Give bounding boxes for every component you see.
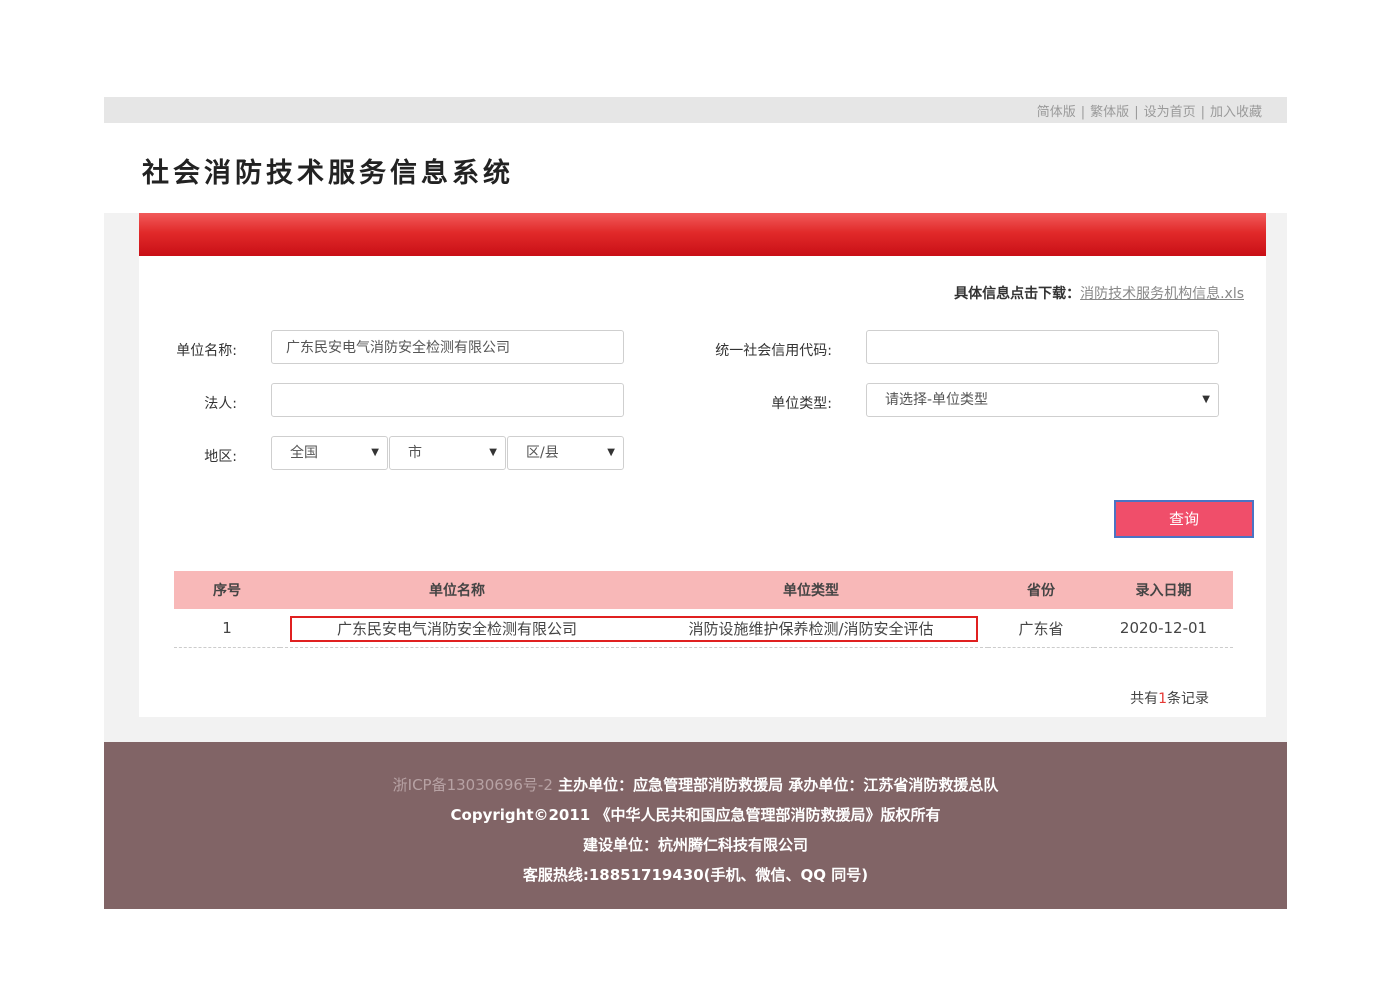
footer-line-1: 浙ICP备13030696号-2 主办单位：应急管理部消防救援局 承办单位：江苏… [104,774,1287,795]
footer-hotline: 客服热线:18851719430(手机、微信、QQ 同号) [522,866,869,884]
record-number: 1 [1158,691,1167,707]
unit-type-value: 请选择-单位类型 [885,392,989,408]
unit-name-input[interactable] [271,330,624,364]
download-file-link[interactable]: 消防技术服务机构信息.xls [1080,286,1244,302]
region-label: 地区: [204,449,237,465]
traditional-link[interactable]: 繁体版 [1090,105,1129,120]
record-prefix: 共有 [1130,691,1159,707]
add-favorite-link[interactable]: 加入收藏 [1210,105,1262,120]
unit-type-select[interactable]: 请选择-单位类型 ▼ [866,383,1219,417]
table-row[interactable]: 1 广东民安电气消防安全检测有限公司 消防设施维护保养检测/消防安全评估 广东省… [174,609,1233,648]
city-select[interactable]: 市 ▼ [389,436,506,470]
col-header-unit-type: 单位类型 [634,571,988,609]
header: 社会消防技术服务信息系统 [104,123,1287,213]
col-header-province: 省份 [988,571,1094,609]
unit-type-label: 单位类型: [771,396,832,412]
query-button[interactable]: 查询 [1114,500,1254,538]
unit-name-label: 单位名称: [176,343,237,359]
top-bar: 简体版 | 繁体版 | 设为首页 | 加入收藏 [104,97,1287,123]
credit-code-input[interactable] [866,330,1219,364]
district-value: 区/县 [526,445,559,461]
set-homepage-link[interactable]: 设为首页 [1144,105,1196,120]
page-frame: 简体版 | 繁体版 | 设为首页 | 加入收藏 社会消防技术服务信息系统 具体信息点击下载：… [104,97,1287,909]
result-table: 序号 单位名称 单位类型 省份 录入日期 1 广东民安电气消防安全检测有限公司 … [174,571,1233,648]
chevron-down-icon: ▼ [1202,394,1210,405]
download-line: 具体信息点击下载：消防技术服务机构信息.xls [954,283,1244,303]
cell-province: 广东省 [988,609,1094,648]
simplified-link[interactable]: 简体版 [1037,105,1076,120]
footer-organizer: 主办单位：应急管理部消防救援局 承办单位：江苏省消防救援总队 [552,776,999,794]
cell-unit-name[interactable]: 广东民安电气消防安全检测有限公司 [280,609,634,648]
cell-date: 2020-12-01 [1094,609,1233,648]
record-suffix: 条记录 [1167,691,1209,707]
cell-index: 1 [174,609,280,648]
chevron-down-icon: ▼ [607,447,615,458]
legal-person-label: 法人: [204,396,237,412]
top-links: 简体版 | 繁体版 | 设为首页 | 加入收藏 [1036,105,1262,120]
credit-code-label: 统一社会信用代码: [715,343,832,359]
footer-builder: 建设单位：杭州腾仁科技有限公司 [582,836,808,854]
province-select[interactable]: 全国 ▼ [271,436,388,470]
search-panel: 具体信息点击下载：消防技术服务机构信息.xls 单位名称: 统一社会信用代码: … [139,256,1266,717]
red-nav-bar [139,213,1266,256]
city-value: 市 [408,445,422,461]
site-title: 社会消防技术服务信息系统 [142,158,514,189]
footer-copyright: Copyright©2011 《中华人民共和国应急管理部消防救援局》版权所有 [450,806,941,824]
district-select[interactable]: 区/县 ▼ [507,436,624,470]
province-value: 全国 [290,445,318,461]
chevron-down-icon: ▼ [371,447,379,458]
chevron-down-icon: ▼ [489,447,497,458]
col-header-date: 录入日期 [1094,571,1233,609]
col-header-unit-name: 单位名称 [280,571,634,609]
legal-person-input[interactable] [271,383,624,417]
download-label: 具体信息点击下载： [954,286,1081,302]
cell-unit-type: 消防设施维护保养检测/消防安全评估 [634,609,988,648]
col-header-index: 序号 [174,571,280,609]
table-header-row: 序号 单位名称 单位类型 省份 录入日期 [174,571,1233,609]
record-count: 共有1条记录 [1130,688,1209,708]
icp-link[interactable]: 浙ICP备13030696号-2 [393,776,553,794]
footer: 浙ICP备13030696号-2 主办单位：应急管理部消防救援局 承办单位：江苏… [104,742,1287,909]
